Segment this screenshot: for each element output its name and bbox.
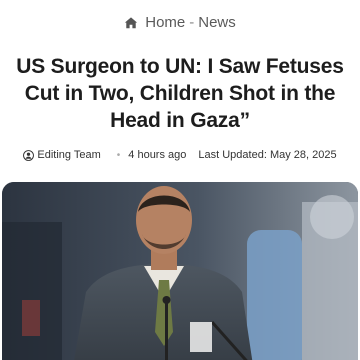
meta-dot-separator: • — [116, 149, 121, 161]
published-time: 4 hours ago — [128, 149, 187, 161]
breadcrumb-news-link[interactable]: News — [198, 14, 236, 31]
article-title: US Surgeon to UN: I Saw Fetuses Cut in T… — [16, 55, 344, 132]
breadcrumb-separator: - — [189, 14, 195, 31]
hero-photo-illustration — [2, 182, 358, 360]
article-hero-image[interactable] — [2, 182, 358, 360]
author-name: Editing Team — [37, 149, 101, 161]
user-circle-icon — [23, 149, 35, 161]
home-icon — [125, 16, 138, 28]
author[interactable]: Editing Team — [23, 149, 101, 161]
breadcrumb-home-link[interactable]: Home — [145, 14, 185, 31]
article-meta: Editing Team • 4 hours ago Last Updated:… — [0, 149, 360, 161]
last-updated: Last Updated: May 28, 2025 — [198, 149, 337, 161]
breadcrumb: Home - News — [0, 14, 360, 31]
